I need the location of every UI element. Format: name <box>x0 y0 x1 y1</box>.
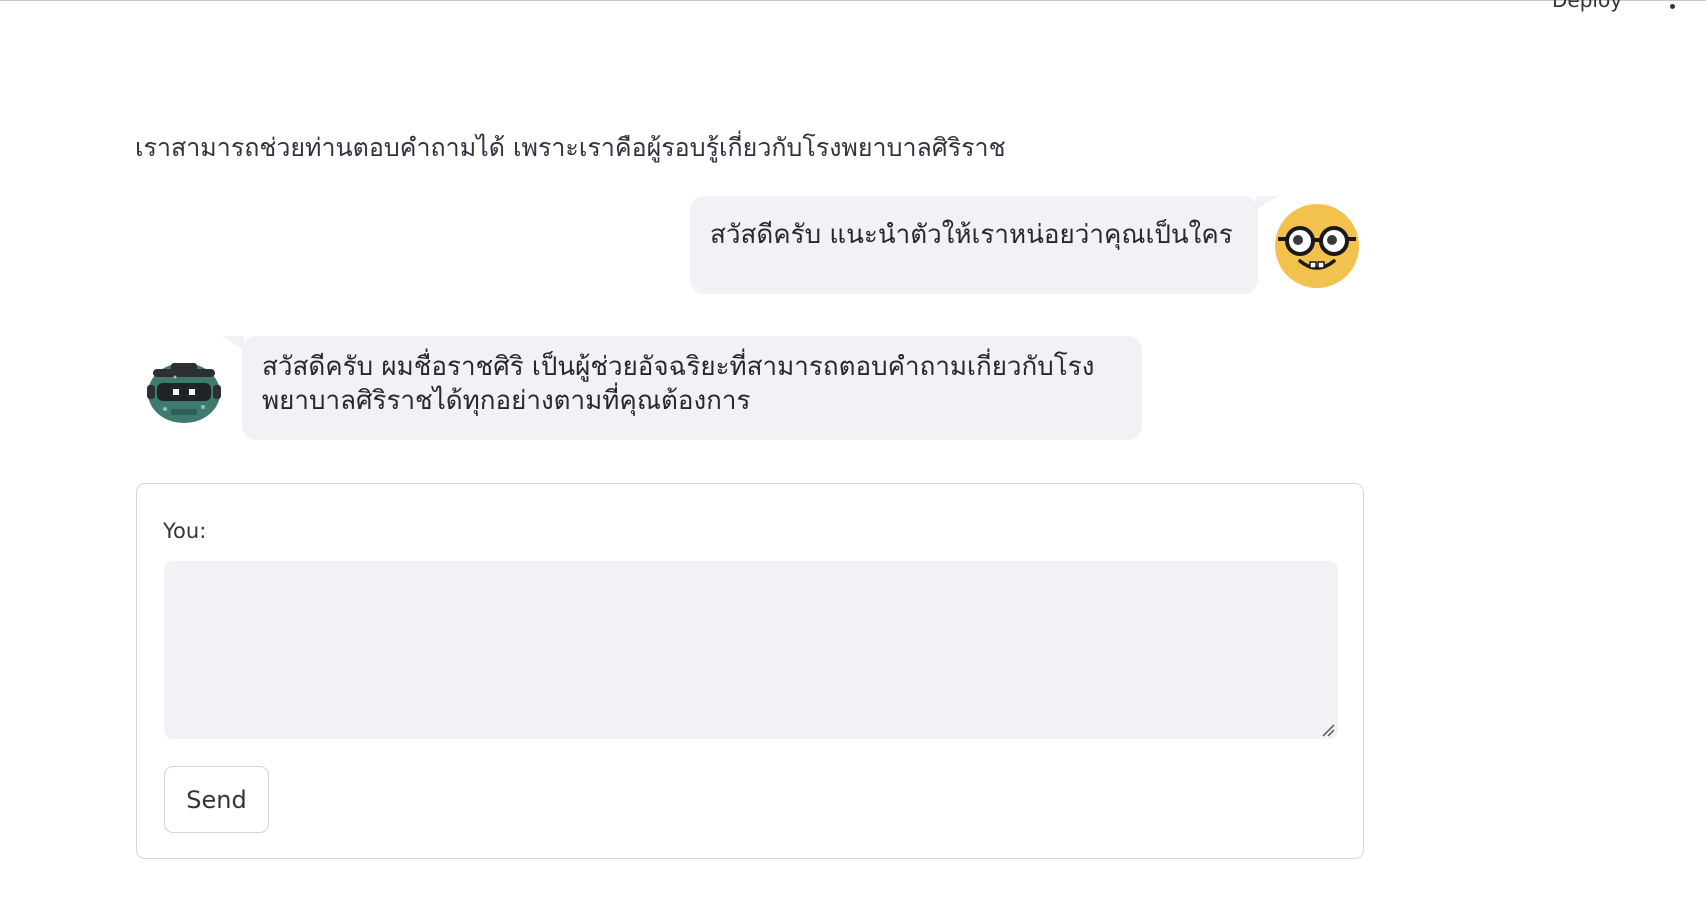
input-label: You: <box>163 519 207 543</box>
chat-input-form: You: Send <box>136 483 1364 859</box>
deploy-button[interactable]: Deploy <box>1552 0 1622 12</box>
send-button[interactable]: Send <box>164 766 269 833</box>
kebab-menu-icon[interactable] <box>1670 4 1675 9</box>
resize-handle-icon[interactable] <box>1321 723 1335 737</box>
bot-message-text: สวัสดีครับ ผมชื่อราชศิริ เป็นผู้ช่วยอัจฉ… <box>262 352 1095 416</box>
user-message-text: สวัสดีครับ แนะนำตัวให้เราหน่อยว่าคุณเป็น… <box>710 220 1233 250</box>
user-message-bubble: สวัสดีครับ แนะนำตัวให้เราหน่อยว่าคุณเป็น… <box>690 196 1278 294</box>
message-textarea[interactable] <box>164 561 1338 739</box>
nerd-face-emoji-icon <box>1275 204 1359 288</box>
top-border <box>0 0 1706 1</box>
page-subtitle: เราสามารถช่วยท่านตอบคำถามได้ เพราะเราคือ… <box>135 133 1006 162</box>
bot-message-bubble: สวัสดีครับ ผมชื่อราชศิริ เป็นผู้ช่วยอัจฉ… <box>222 336 1142 440</box>
robot-avatar-icon <box>147 363 221 423</box>
